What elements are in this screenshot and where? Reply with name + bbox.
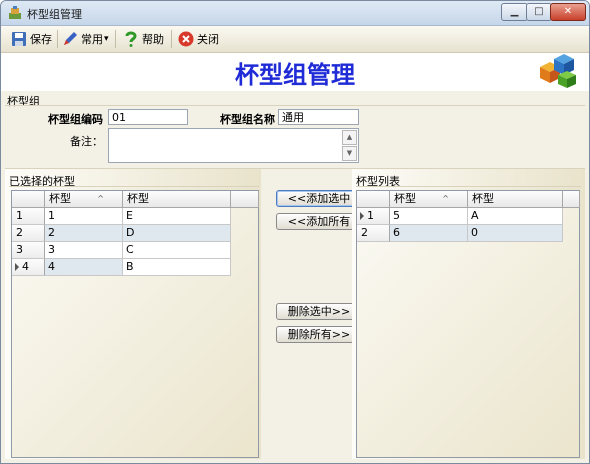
- remove-all-button[interactable]: 删除所有>>: [276, 326, 362, 343]
- main-window: 杯型组管理 ▁ □ ✕ 保存 常用 ▾ 帮助 关闭 杯型组管理 杯型组 杯型组编…: [0, 0, 590, 464]
- common-label: 常用: [81, 33, 103, 46]
- table-row[interactable]: 2 2 D: [12, 225, 258, 242]
- table-row-selected[interactable]: 1 5 A: [357, 208, 579, 225]
- save-button[interactable]: 保存: [11, 30, 52, 48]
- selected-panel-divider: [9, 186, 259, 187]
- toolbar: 保存 常用 ▾ 帮助 关闭: [1, 26, 589, 53]
- add-all-button[interactable]: <<添加所有: [276, 213, 362, 230]
- group-section-label: 杯型组: [7, 95, 40, 108]
- maximize-button[interactable]: □: [526, 3, 552, 21]
- table-row[interactable]: 1 1 E: [12, 208, 258, 225]
- help-label: 帮助: [142, 33, 164, 46]
- column-header-filler: [563, 191, 580, 208]
- remove-selected-button[interactable]: 删除选中>>: [276, 303, 362, 320]
- list-grid[interactable]: 杯型 ^ 杯型 1 5 A 2 6 0: [356, 190, 580, 458]
- window-title: 杯型组管理: [27, 8, 82, 21]
- dropdown-arrow-icon: ▾: [104, 34, 109, 44]
- table-row-selected[interactable]: 4 4 B: [12, 259, 258, 276]
- toolbar-separator: [171, 30, 172, 48]
- common-dropdown-button[interactable]: 常用 ▾: [62, 30, 109, 48]
- help-icon: [125, 31, 137, 47]
- column-header-filler: [231, 191, 259, 208]
- remark-label: 备注：: [70, 135, 103, 148]
- close-icon: [178, 31, 194, 47]
- toolbar-separator: [57, 30, 58, 48]
- table-row[interactable]: 2 6 0: [357, 225, 579, 242]
- group-name-input[interactable]: 通用: [278, 109, 359, 125]
- group-code-label: 杯型组编码: [48, 113, 103, 126]
- row-pointer-icon: [360, 212, 364, 220]
- group-code-input[interactable]: 01: [108, 109, 188, 125]
- sort-up-icon: ^: [97, 194, 104, 203]
- add-selected-button[interactable]: <<添加选中: [276, 190, 362, 207]
- sort-up-icon: ^: [442, 194, 449, 203]
- title-bar[interactable]: 杯型组管理 ▁ □ ✕: [1, 1, 589, 26]
- column-header-code[interactable]: 杯型 ^: [45, 191, 123, 208]
- page-title: 杯型组管理: [235, 60, 355, 89]
- help-button[interactable]: 帮助: [123, 30, 164, 48]
- group-divider: [5, 105, 585, 106]
- close-label: 关闭: [197, 33, 219, 46]
- scroll-up-arrow-icon[interactable]: ▲: [342, 130, 357, 145]
- remark-textarea[interactable]: ▲ ▼: [108, 128, 359, 163]
- header-area: 杯型组管理: [1, 53, 589, 91]
- pencil-icon: [64, 32, 77, 45]
- list-panel-divider: [356, 186, 581, 187]
- row-pointer-icon: [15, 263, 19, 271]
- minimize-button[interactable]: ▁: [501, 3, 528, 21]
- row-header-corner: [12, 191, 45, 208]
- column-header-name[interactable]: 杯型: [468, 191, 563, 208]
- cubes-logo-icon: [540, 54, 576, 88]
- selected-grid[interactable]: 杯型 ^ 杯型 1 1 E 2 2 D 3 3 C 4 4 B: [11, 190, 259, 458]
- close-window-button[interactable]: ✕: [550, 3, 586, 21]
- group-name-label: 杯型组名称: [220, 113, 275, 126]
- save-label: 保存: [30, 33, 52, 46]
- close-button[interactable]: 关闭: [178, 30, 219, 48]
- row-header-corner: [357, 191, 390, 208]
- app-icon: [9, 6, 21, 19]
- scroll-down-arrow-icon[interactable]: ▼: [342, 146, 357, 161]
- column-header-code[interactable]: 杯型 ^: [390, 191, 468, 208]
- toolbar-separator: [115, 30, 116, 48]
- save-icon: [12, 32, 26, 46]
- table-row[interactable]: 3 3 C: [12, 242, 258, 259]
- column-header-name[interactable]: 杯型: [123, 191, 231, 208]
